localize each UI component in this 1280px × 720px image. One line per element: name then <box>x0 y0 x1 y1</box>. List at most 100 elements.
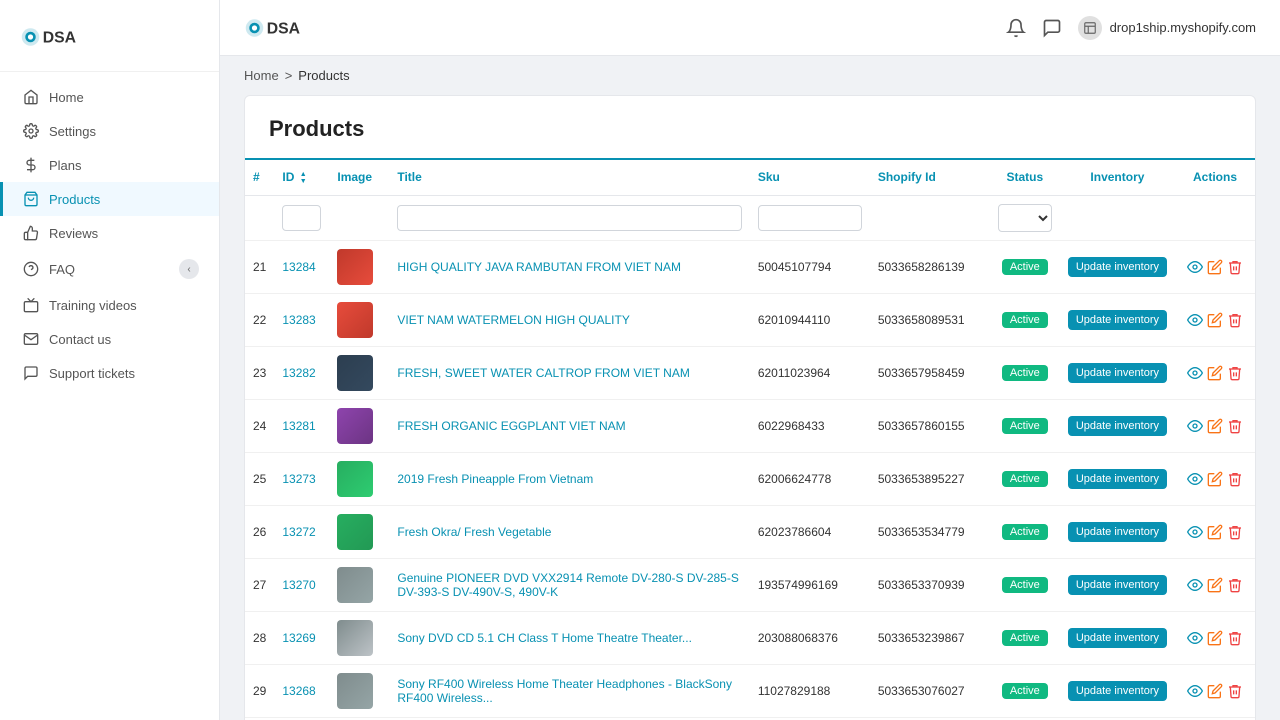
edit-icon[interactable] <box>1207 577 1223 593</box>
delete-icon[interactable] <box>1227 630 1243 646</box>
delete-icon[interactable] <box>1227 524 1243 540</box>
edit-icon[interactable] <box>1207 259 1223 275</box>
cell-id: 13281 <box>274 399 329 452</box>
home-icon <box>23 89 39 105</box>
table-row: 26 13272 Fresh Okra/ Fresh Vegetable 620… <box>245 505 1255 558</box>
delete-icon[interactable] <box>1227 577 1243 593</box>
delete-icon[interactable] <box>1227 418 1243 434</box>
view-icon[interactable] <box>1187 524 1203 540</box>
view-icon[interactable] <box>1187 259 1203 275</box>
view-icon[interactable] <box>1187 418 1203 434</box>
product-title-link[interactable]: Sony RF400 Wireless Home Theater Headpho… <box>397 677 732 705</box>
chat-icon[interactable] <box>1042 18 1062 38</box>
cell-status: Active <box>990 399 1060 452</box>
delete-icon[interactable] <box>1227 259 1243 275</box>
sidebar-item-plans[interactable]: Plans <box>0 148 219 182</box>
cell-title: Genuine PIONEER DVD VXX2914 Remote DV-28… <box>389 558 749 611</box>
filter-title-input[interactable] <box>397 205 741 231</box>
product-title-link[interactable]: FRESH ORGANIC EGGPLANT VIET NAM <box>397 419 625 433</box>
bell-icon[interactable] <box>1006 18 1026 38</box>
col-id[interactable]: ID ▲▼ <box>274 160 329 195</box>
cell-shopify-id: 5033653239867 <box>870 611 990 664</box>
cell-image <box>329 558 389 611</box>
edit-icon[interactable] <box>1207 471 1223 487</box>
delete-icon[interactable] <box>1227 365 1243 381</box>
delete-icon[interactable] <box>1227 312 1243 328</box>
cell-sku: 193574996169 <box>750 558 870 611</box>
edit-icon[interactable] <box>1207 630 1223 646</box>
update-inventory-button[interactable]: Update inventory <box>1068 469 1167 489</box>
product-title-link[interactable]: Genuine PIONEER DVD VXX2914 Remote DV-28… <box>397 571 739 599</box>
product-title-link[interactable]: VIET NAM WATERMELON HIGH QUALITY <box>397 313 629 327</box>
update-inventory-button[interactable]: Update inventory <box>1068 257 1167 277</box>
col-status: Status <box>990 160 1060 195</box>
cell-id: 13268 <box>274 664 329 717</box>
sidebar-item-faq[interactable]: FAQ ‹ <box>0 250 219 288</box>
table-row: 25 13273 2019 Fresh Pineapple From Vietn… <box>245 452 1255 505</box>
filter-sku-input[interactable] <box>758 205 862 231</box>
sidebar-item-support[interactable]: Support tickets <box>0 356 219 390</box>
update-inventory-button[interactable]: Update inventory <box>1068 628 1167 648</box>
col-image: Image <box>329 160 389 195</box>
table-header-row: # ID ▲▼ Image Title Sku Shopify Id Statu… <box>245 160 1255 195</box>
update-inventory-button[interactable]: Update inventory <box>1068 681 1167 701</box>
sidebar-item-home[interactable]: Home <box>0 80 219 114</box>
sidebar-item-reviews[interactable]: Reviews <box>0 216 219 250</box>
edit-icon[interactable] <box>1207 365 1223 381</box>
sidebar-item-training[interactable]: Training videos <box>0 288 219 322</box>
header-logo: DSA <box>244 13 314 43</box>
sidebar-item-settings[interactable]: Settings <box>0 114 219 148</box>
sidebar-logo: DSA <box>0 10 219 72</box>
product-title-link[interactable]: Sony DVD CD 5.1 CH Class T Home Theatre … <box>397 631 692 645</box>
update-inventory-button[interactable]: Update inventory <box>1068 416 1167 436</box>
nav-items: Home Settings Plans Products Reviews FAQ <box>0 72 219 720</box>
products-tbody: 21 13284 HIGH QUALITY JAVA RAMBUTAN FROM… <box>245 240 1255 720</box>
table-row: 21 13284 HIGH QUALITY JAVA RAMBUTAN FROM… <box>245 240 1255 293</box>
delete-icon[interactable] <box>1227 471 1243 487</box>
products-header: Products <box>245 96 1255 160</box>
view-icon[interactable] <box>1187 683 1203 699</box>
edit-icon[interactable] <box>1207 312 1223 328</box>
product-title-link[interactable]: Fresh Okra/ Fresh Vegetable <box>397 525 551 539</box>
view-icon[interactable] <box>1187 630 1203 646</box>
status-badge: Active <box>1002 312 1048 328</box>
edit-icon[interactable] <box>1207 418 1223 434</box>
product-title-link[interactable]: HIGH QUALITY JAVA RAMBUTAN FROM VIET NAM <box>397 260 681 274</box>
action-icons <box>1183 577 1247 593</box>
update-inventory-button[interactable]: Update inventory <box>1068 310 1167 330</box>
update-inventory-button[interactable]: Update inventory <box>1068 575 1167 595</box>
cell-image <box>329 452 389 505</box>
products-title: Products <box>269 116 1231 142</box>
product-title-link[interactable]: 2019 Fresh Pineapple From Vietnam <box>397 472 593 486</box>
update-inventory-button[interactable]: Update inventory <box>1068 522 1167 542</box>
sidebar-item-products[interactable]: Products <box>0 182 219 216</box>
view-icon[interactable] <box>1187 577 1203 593</box>
action-icons <box>1183 683 1247 699</box>
update-inventory-button[interactable]: Update inventory <box>1068 363 1167 383</box>
sidebar-collapse-btn[interactable]: ‹ <box>179 259 199 279</box>
filter-id-input[interactable] <box>282 205 321 231</box>
delete-icon[interactable] <box>1227 683 1243 699</box>
cell-sku: 62011023964 <box>750 346 870 399</box>
cell-shopify-id: 5033653895227 <box>870 452 990 505</box>
product-title-link[interactable]: FRESH, SWEET WATER CALTROP FROM VIET NAM <box>397 366 689 380</box>
filter-status-select[interactable] <box>998 204 1052 232</box>
view-icon[interactable] <box>1187 312 1203 328</box>
view-icon[interactable] <box>1187 365 1203 381</box>
cell-num: 21 <box>245 240 274 293</box>
cell-status: Active <box>990 611 1060 664</box>
edit-icon[interactable] <box>1207 524 1223 540</box>
cell-title: HIGH QUALITY JAVA RAMBUTAN FROM VIET NAM <box>389 240 749 293</box>
header-right: drop1ship.myshopify.com <box>1006 16 1256 40</box>
view-icon[interactable] <box>1187 471 1203 487</box>
cell-num: 23 <box>245 346 274 399</box>
sidebar-item-contact[interactable]: Contact us <box>0 322 219 356</box>
cell-inventory: Update inventory <box>1060 664 1175 717</box>
cell-status: Active <box>990 240 1060 293</box>
product-thumbnail <box>337 461 373 497</box>
breadcrumb-home[interactable]: Home <box>244 68 279 83</box>
cell-num: 28 <box>245 611 274 664</box>
cell-inventory: Update inventory <box>1060 240 1175 293</box>
table-row: 23 13282 FRESH, SWEET WATER CALTROP FROM… <box>245 346 1255 399</box>
edit-icon[interactable] <box>1207 683 1223 699</box>
